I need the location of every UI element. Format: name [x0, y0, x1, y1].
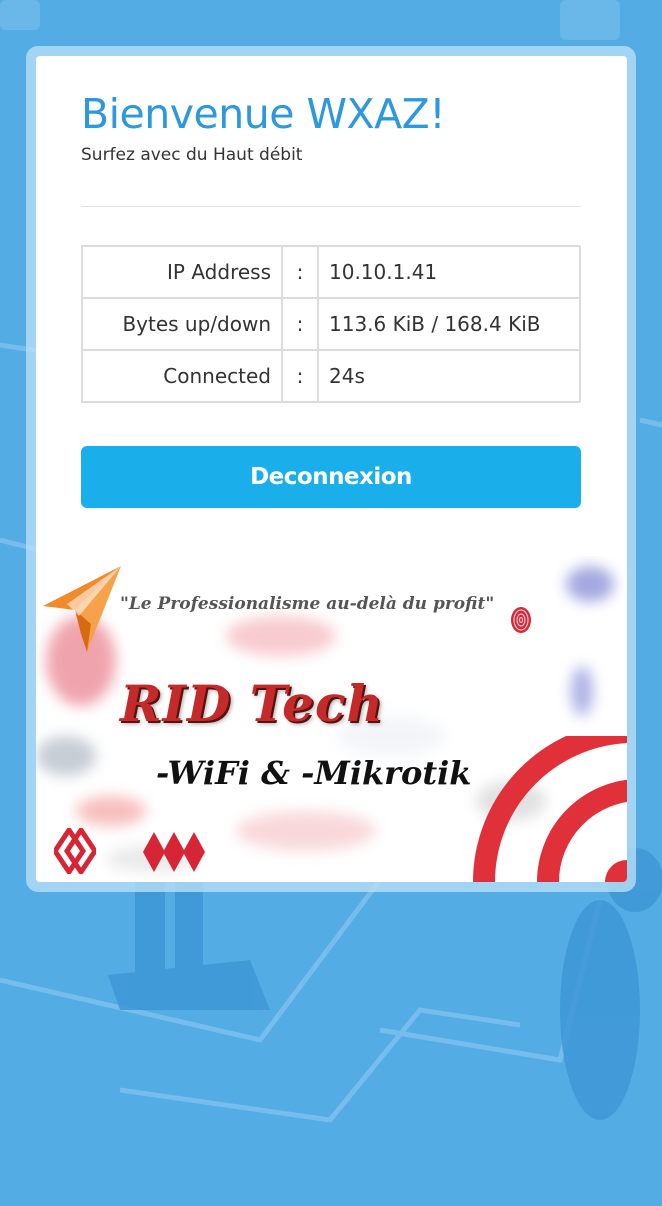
separator: : — [281, 297, 319, 351]
decorative-blur — [226, 616, 336, 656]
logout-button[interactable]: Deconnexion — [81, 446, 581, 508]
divider — [81, 206, 581, 207]
decorative-blur — [566, 566, 614, 602]
status-card: Bienvenue WXAZ! Surfez avec du Haut débi… — [36, 56, 627, 882]
brand-tagline: -WiFi & -Mikrotik — [156, 754, 472, 792]
promo-banner: "Le Professionalisme au-delà du profit" … — [36, 556, 627, 882]
paper-plane-icon — [43, 566, 121, 652]
decorative-blur — [236, 811, 376, 851]
decorative-blur — [76, 796, 146, 826]
ip-address-value: 10.10.1.41 — [317, 245, 581, 299]
triple-diamond-icon — [143, 832, 205, 872]
decorative-blur — [571, 666, 593, 716]
wifi-arcs-icon — [473, 736, 627, 882]
bytes-value: 113.6 KiB / 168.4 KiB — [317, 297, 581, 351]
slogan: "Le Professionalisme au-delà du profit" — [120, 594, 495, 614]
page-title: Bienvenue WXAZ! — [81, 90, 446, 138]
double-diamond-outline-icon — [54, 828, 96, 874]
status-table: IP Address : 10.10.1.41 Bytes up/down : … — [81, 245, 581, 403]
fingerprint-icon — [511, 607, 531, 633]
decorative-blur — [36, 736, 96, 776]
table-row: IP Address : 10.10.1.41 — [81, 245, 581, 299]
separator: : — [281, 245, 319, 299]
connected-label: Connected — [81, 349, 283, 403]
brand-name: RID Tech — [120, 674, 384, 733]
bytes-label: Bytes up/down — [81, 297, 283, 351]
separator: : — [281, 349, 319, 403]
table-row: Bytes up/down : 113.6 KiB / 168.4 KiB — [81, 297, 581, 351]
page-subtitle: Surfez avec du Haut débit — [81, 145, 303, 165]
table-row: Connected : 24s — [81, 349, 581, 403]
ip-address-label: IP Address — [81, 245, 283, 299]
connected-value: 24s — [317, 349, 581, 403]
